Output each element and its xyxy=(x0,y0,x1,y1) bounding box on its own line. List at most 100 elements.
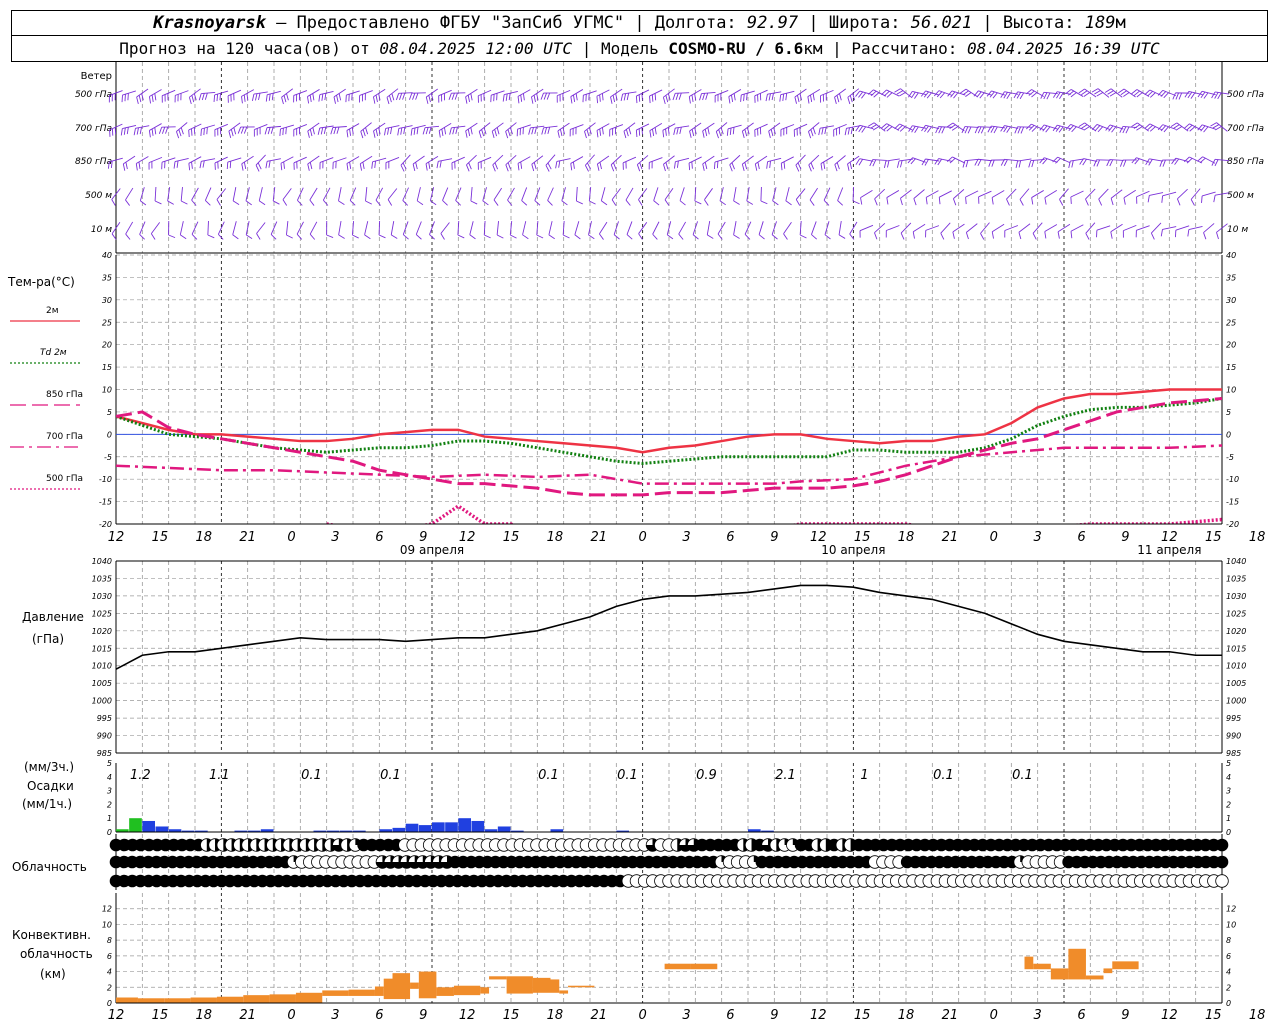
wind-barb-flag xyxy=(794,96,797,104)
wind-barb xyxy=(886,225,900,231)
wind-barb xyxy=(174,157,189,163)
wind-barb-flag xyxy=(676,127,679,135)
wind-barb-flag xyxy=(1119,159,1124,167)
wind-barb-flag xyxy=(849,162,853,170)
wind-level-label-right: 10 м xyxy=(1227,225,1248,235)
wind-barb-flag xyxy=(228,131,232,139)
wind-barb-flag xyxy=(557,130,560,138)
wind-barb-flag xyxy=(849,95,853,103)
wind-barb-flag xyxy=(451,92,455,100)
wind-barb xyxy=(332,126,347,128)
wind-barb-flag xyxy=(584,131,587,139)
wind-barb-flag xyxy=(699,93,702,101)
wind-barb-flag xyxy=(547,200,553,206)
wind-barb-flag xyxy=(625,199,631,206)
wind-barb-flag xyxy=(1203,126,1209,133)
wind-barb-flag xyxy=(847,163,850,171)
wind-barb-flag xyxy=(991,197,994,205)
wind-barb-flag xyxy=(1172,92,1176,100)
wind-barb-flag xyxy=(925,197,928,205)
wind-barb xyxy=(150,222,161,234)
wind-barb-flag xyxy=(255,164,260,172)
wind-barb-flag xyxy=(610,96,613,104)
wind-barb-flag xyxy=(965,160,969,168)
precip-bar xyxy=(418,825,432,832)
wind-barb-flag xyxy=(638,128,641,136)
wind-barb-flag xyxy=(528,127,531,135)
wind-barb-flag xyxy=(744,162,748,170)
wind-barb-flag xyxy=(323,199,329,206)
wind-barb-flag xyxy=(111,199,116,206)
wind-barb-flag xyxy=(267,127,271,135)
wind-barb xyxy=(912,223,926,233)
legend-entry-label: Td 2м xyxy=(40,348,67,358)
wind-barb-flag xyxy=(150,233,156,240)
wind-barb xyxy=(547,187,554,201)
wind-barb-flag xyxy=(679,200,686,206)
wind-barb-flag xyxy=(952,198,957,206)
wind-barb-flag xyxy=(665,95,669,103)
wind-barb-flag xyxy=(962,160,966,168)
wind-barb-flag xyxy=(1016,92,1022,99)
convective-cloud-bar xyxy=(690,963,718,970)
wind-barb-flag xyxy=(732,127,735,135)
wind-barb-flag xyxy=(810,162,815,170)
precip-bar xyxy=(129,818,142,832)
wind-barb-flag xyxy=(180,200,188,205)
wind-barb-flag xyxy=(1006,198,1010,206)
x-tick-label: 15 xyxy=(152,1008,169,1023)
wind-barb-flag xyxy=(283,161,285,169)
wind-barb xyxy=(232,221,237,235)
wind-barb-flag xyxy=(465,130,468,138)
wind-barb-flag xyxy=(1213,195,1216,203)
wind-barb-flag xyxy=(416,200,424,206)
wind-barb-flag xyxy=(365,127,369,135)
wind-barb xyxy=(1151,222,1162,234)
wind-barb xyxy=(754,123,768,131)
x-tick-label: 21 xyxy=(239,1008,256,1023)
wind-barb-flag xyxy=(733,234,740,239)
wind-barb-flag xyxy=(949,124,956,129)
wind-barb xyxy=(491,90,505,96)
wind-barb xyxy=(338,187,342,201)
wind-barb-flag xyxy=(704,199,709,206)
wind-barb xyxy=(227,157,242,163)
wind-level-label-right: 500 гПа xyxy=(1227,90,1264,100)
wind-barb-flag xyxy=(1187,229,1190,237)
wind-barb-flag xyxy=(188,97,192,105)
y-tick-label-left: 40 xyxy=(102,251,112,260)
wind-barb-flag xyxy=(899,92,906,97)
wind-barb-flag xyxy=(232,200,240,205)
pressure-title: Давление xyxy=(22,610,84,624)
wind-barb-flag xyxy=(180,127,184,135)
meteogram: Ветер 500 гПа 500 гПа 700 гПа 700 гПа 850 гПа… xyxy=(7,62,1265,1023)
wind-barb-flag xyxy=(729,164,733,172)
wind-barb-flag xyxy=(1110,231,1113,239)
wind-barb-flag xyxy=(422,127,426,135)
wind-barb-flag xyxy=(207,234,215,239)
wind-barb-flag xyxy=(754,163,758,171)
wind-barb-flag xyxy=(731,94,734,102)
wind-barb-flag xyxy=(662,130,665,138)
wind-barb-flag xyxy=(282,199,288,206)
wind-barb-flag xyxy=(349,161,352,169)
y-tick-label-left: 1035 xyxy=(92,574,112,583)
wind-barb-flag xyxy=(743,94,745,102)
wind-barb-flag xyxy=(620,94,624,102)
y-tick-label-left: 25 xyxy=(102,318,112,327)
wind-barb-flag xyxy=(388,95,392,103)
wind-barb xyxy=(201,124,216,130)
wind-barb-flag xyxy=(391,93,395,101)
wind-barb-flag xyxy=(855,158,860,165)
wind-barb-flag xyxy=(138,95,142,103)
wind-barb-flag xyxy=(635,96,638,104)
wind-barb-flag xyxy=(771,93,774,101)
wind-barb-flag xyxy=(478,131,482,139)
wind-level-label-right: 700 гПа xyxy=(1227,124,1264,134)
wind-barb xyxy=(852,186,855,202)
wind-barb-flag xyxy=(654,127,657,135)
wind-barb xyxy=(1097,88,1110,98)
y-tick-label-left: 1010 xyxy=(92,662,112,671)
y-tick-label-left: 990 xyxy=(97,732,112,741)
wind-barb xyxy=(596,89,610,97)
